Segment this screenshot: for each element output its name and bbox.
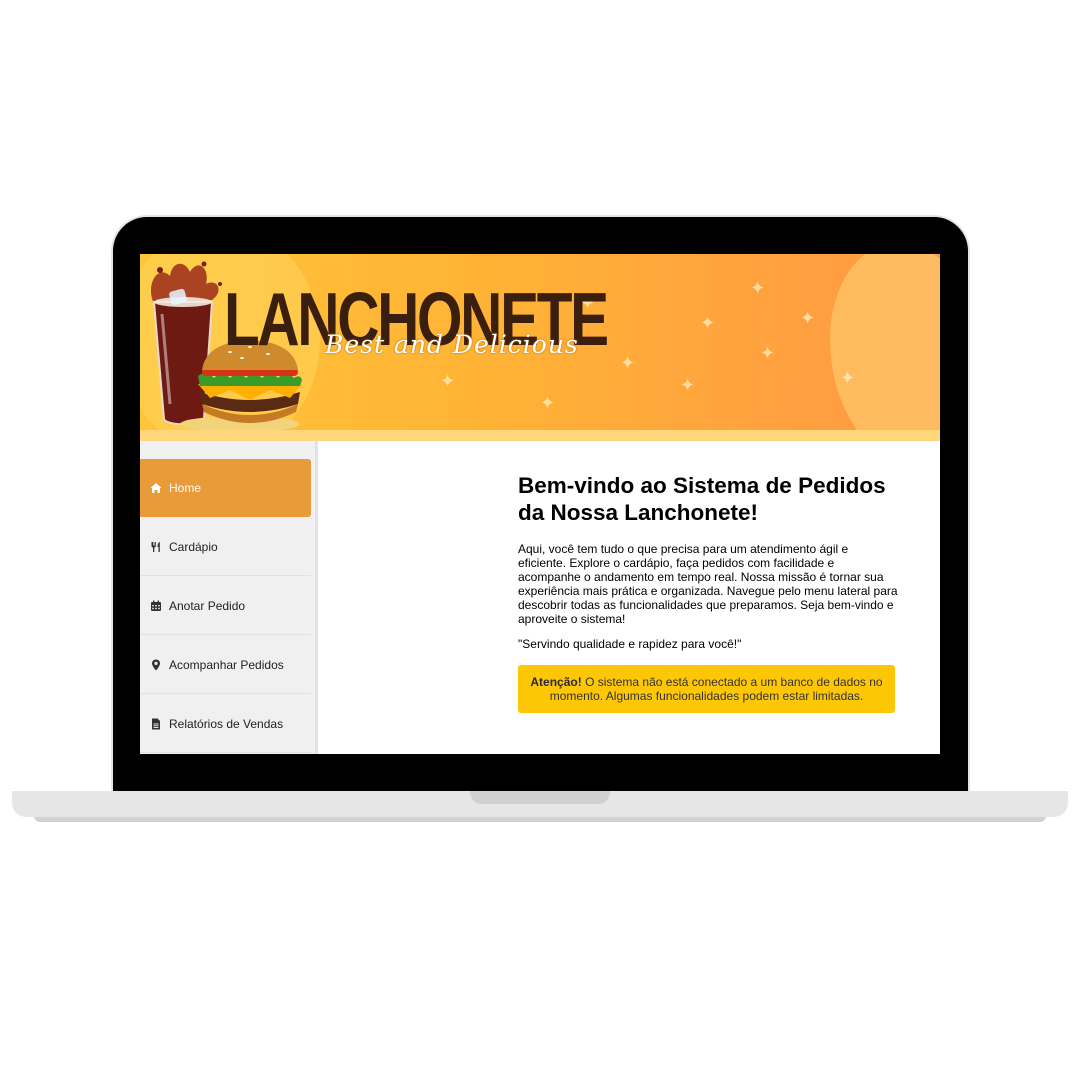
sidebar-nav: Home Cardápio Anotar Pedido Acompanhar P… <box>140 441 318 754</box>
utensils-icon <box>150 541 162 553</box>
sidebar-item-home[interactable]: Home <box>140 459 311 517</box>
sparkle-icon: ✦ <box>440 371 456 391</box>
page-title: Bem-vindo ao Sistema de Pedidos da Nossa… <box>518 473 886 525</box>
sidebar-item-label: Home <box>169 481 202 495</box>
motto-text: "Servindo qualidade e rapidez para você!… <box>518 637 742 651</box>
sparkle-icon: ✦ <box>680 375 696 395</box>
main-content: Bem-vindo ao Sistema de Pedidos da Nossa… <box>518 472 898 713</box>
intro-paragraph: Aqui, você tem tudo o que precisa para u… <box>518 542 898 626</box>
laptop-notch <box>470 791 610 804</box>
warning-alert: Atenção! O sistema não está conectado a … <box>518 665 895 713</box>
sidebar-item-label: Anotar Pedido <box>169 598 246 613</box>
sidebar-item-relatorios-de-vendas[interactable]: Relatórios de Vendas <box>140 695 311 753</box>
sparkle-icon: ✦ <box>540 393 556 413</box>
sidebar-item-label: Acompanhar Pedidos <box>169 657 284 672</box>
sidebar-item-acompanhar-pedidos[interactable]: Acompanhar Pedidos <box>140 636 311 694</box>
map-marker-icon <box>150 659 162 671</box>
header-banner: ✦ ✦ ✦ ✦ ✦ ✦ ✦ ✦ ✦ ✦ LANCHONETE Best and … <box>140 254 940 441</box>
sidebar-item-label: Relatórios de Vendas <box>169 716 284 731</box>
app-window: ✦ ✦ ✦ ✦ ✦ ✦ ✦ ✦ ✦ ✦ LANCHONETE Best and … <box>140 254 940 754</box>
home-icon <box>150 482 162 494</box>
brand-tagline: Best and Delicious <box>325 330 579 359</box>
sidebar-item-cardapio[interactable]: Cardápio <box>140 518 311 576</box>
file-icon <box>150 718 162 730</box>
alert-title: Atenção! <box>530 675 582 689</box>
sidebar-item-anotar-pedido[interactable]: Anotar Pedido <box>140 577 311 635</box>
sparkle-icon: ✦ <box>620 353 636 373</box>
sparkle-icon: ✦ <box>760 343 776 363</box>
alert-message: O sistema não está conectado a um banco … <box>549 675 883 703</box>
calendar-icon <box>150 600 162 612</box>
banner-wave-decoration <box>830 254 940 441</box>
sparkle-icon: ✦ <box>700 313 716 333</box>
banner-bottom-strip <box>140 430 940 441</box>
sparkle-icon: ✦ <box>750 278 766 298</box>
sidebar-item-label: Cardápio <box>169 539 218 554</box>
sparkle-icon: ✦ <box>840 368 856 388</box>
sparkle-icon: ✦ <box>800 308 816 328</box>
